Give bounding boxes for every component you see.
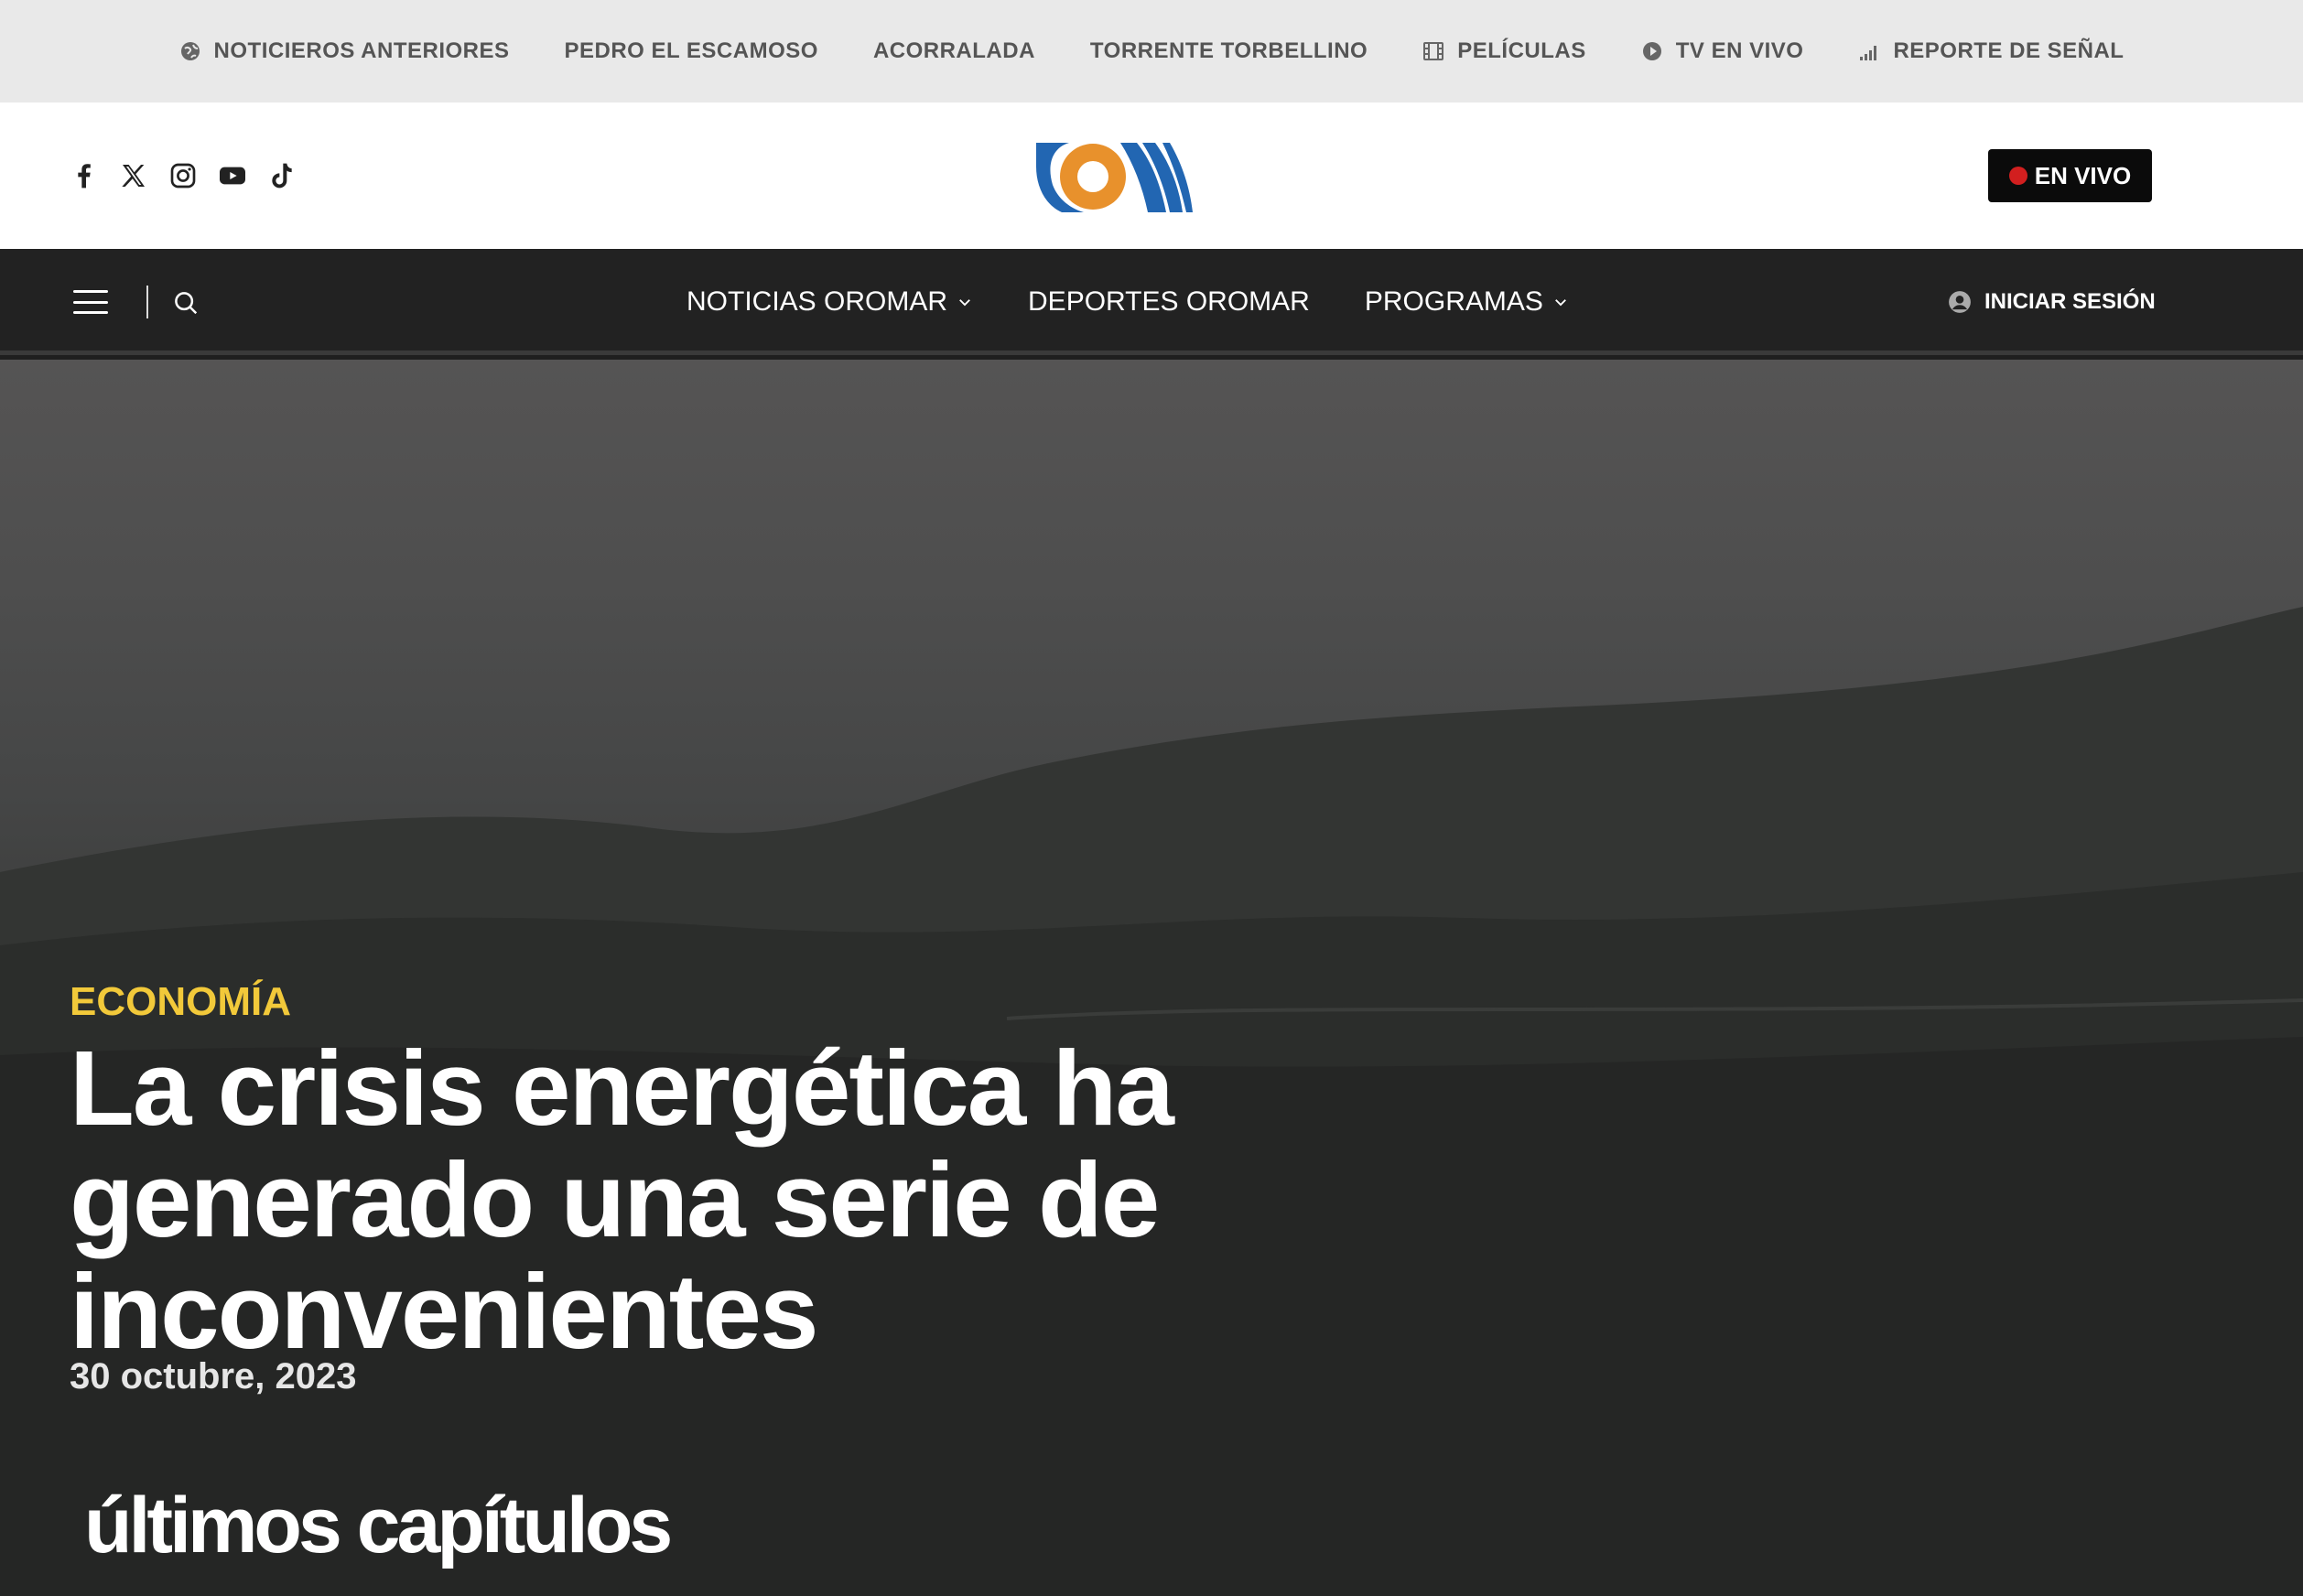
topbar-link-label: TV EN VIVO — [1675, 38, 1804, 63]
search-icon[interactable] — [172, 289, 200, 317]
top-utility-bar: NOTICIEROS ANTERIORES PEDRO EL ESCAMOSO … — [0, 0, 2303, 102]
site-header: EN VIVO — [0, 102, 2303, 249]
nav-divider — [146, 286, 148, 318]
article-headline[interactable]: La crisis energética ha generado una ser… — [70, 1032, 1369, 1367]
chevron-down-icon — [1554, 299, 1566, 307]
nav-menu: NOTICIAS OROMAR DEPORTES OROMAR PROGRAMA… — [687, 249, 1569, 355]
live-button-label: EN VIVO — [2034, 161, 2132, 189]
topbar-link-torrente-torbellino[interactable]: TORRENTE TORBELLINO — [1090, 38, 1368, 64]
live-button[interactable]: EN VIVO — [1988, 149, 2152, 202]
article-category[interactable]: ECONOMÍA — [70, 979, 291, 1025]
topbar-link-label: TORRENTE TORBELLINO — [1089, 38, 1368, 63]
topbar-link-pedro-el-escamoso[interactable]: PEDRO EL ESCAMOSO — [565, 38, 818, 64]
topbar-link-label: PELÍCULAS — [1457, 38, 1586, 63]
main-navigation: NOTICIAS OROMAR DEPORTES OROMAR PROGRAMA… — [0, 249, 2303, 355]
social-links — [70, 102, 297, 249]
globe-icon — [180, 42, 200, 60]
nav-item-deportes-oromar[interactable]: DEPORTES OROMAR — [1028, 286, 1310, 318]
oromar-logo[interactable] — [1033, 139, 1194, 214]
topbar-link-label: ACORRALADA — [872, 38, 1035, 63]
topbar-link-label: REPORTE DE SEÑAL — [1893, 38, 2125, 63]
nav-item-label: DEPORTES OROMAR — [1028, 286, 1310, 317]
topbar-link-peliculas[interactable]: PELÍCULAS — [1422, 38, 1586, 64]
nav-item-label: NOTICIAS OROMAR — [687, 286, 948, 317]
article-date: 30 octubre, 2023 — [70, 1356, 357, 1396]
topbar-link-noticieros-anteriores[interactable]: NOTICIEROS ANTERIORES — [179, 38, 510, 64]
nav-item-noticias-oromar[interactable]: NOTICIAS OROMAR — [687, 286, 973, 318]
x-icon[interactable] — [119, 161, 148, 190]
nav-item-programas[interactable]: PROGRAMAS — [1365, 286, 1569, 318]
topbar-link-tv-en-vivo[interactable]: TV EN VIVO — [1641, 38, 1804, 64]
instagram-icon[interactable] — [168, 161, 198, 190]
login-link[interactable]: INICIAR SESIÓN — [1948, 249, 2156, 355]
film-icon — [1423, 42, 1444, 60]
topbar-link-acorralada[interactable]: ACORRALADA — [873, 38, 1035, 64]
live-dot-icon — [2008, 167, 2027, 185]
section-title: últimos capítulos — [84, 1482, 673, 1569]
user-icon — [1949, 291, 1971, 313]
youtube-icon[interactable] — [218, 161, 247, 190]
hamburger-menu-icon[interactable] — [73, 290, 108, 314]
hero-background-image — [0, 607, 2303, 1596]
topbar-link-reporte-de-senal[interactable]: REPORTE DE SEÑAL — [1858, 38, 2124, 64]
signal-icon — [1860, 46, 1877, 60]
facebook-icon[interactable] — [70, 161, 99, 190]
tiktok-icon[interactable] — [267, 161, 297, 190]
nav-item-label: PROGRAMAS — [1364, 286, 1543, 317]
login-label: INICIAR SESIÓN — [1984, 289, 2156, 314]
chevron-down-icon — [959, 299, 970, 307]
hero-article[interactable]: ECONOMÍA La crisis energética ha generad… — [0, 360, 2303, 1596]
topbar-link-label: NOTICIEROS ANTERIORES — [213, 38, 510, 63]
topbar-link-label: PEDRO EL ESCAMOSO — [564, 38, 818, 63]
play-circle-icon — [1642, 42, 1661, 60]
